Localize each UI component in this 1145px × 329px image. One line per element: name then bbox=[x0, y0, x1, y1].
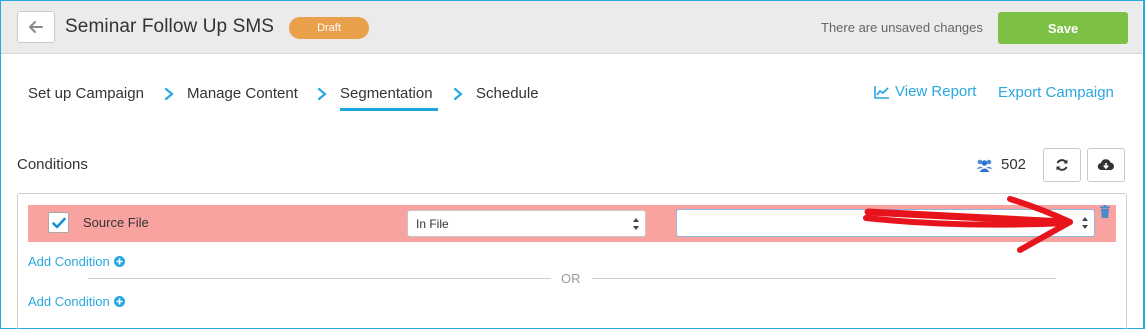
back-arrow-icon bbox=[29, 21, 43, 33]
check-icon bbox=[51, 217, 66, 228]
add-condition-link[interactable]: Add Condition bbox=[28, 254, 125, 269]
save-button[interactable]: Save bbox=[998, 12, 1128, 44]
status-badge: Draft bbox=[289, 17, 369, 39]
or-divider-right bbox=[592, 278, 1056, 279]
plus-circle-icon bbox=[113, 296, 125, 307]
active-step-indicator bbox=[340, 108, 438, 111]
users-icon bbox=[976, 159, 993, 172]
step-schedule[interactable]: Schedule bbox=[476, 85, 539, 102]
unsaved-changes-text: There are unsaved changes bbox=[821, 20, 983, 35]
step-set-up-campaign[interactable]: Set up Campaign bbox=[28, 85, 144, 102]
view-report-label: View Report bbox=[895, 83, 977, 100]
export-campaign-link[interactable]: Export Campaign bbox=[998, 84, 1114, 101]
trash-icon[interactable] bbox=[1099, 205, 1111, 218]
step-manage-content[interactable]: Manage Content bbox=[187, 85, 298, 102]
audience-count-value: 502 bbox=[1001, 156, 1027, 173]
add-condition-group-link[interactable]: Add Condition bbox=[28, 294, 125, 309]
operator-select[interactable]: In File bbox=[407, 210, 646, 237]
back-button[interactable] bbox=[17, 11, 55, 43]
campaign-header: Seminar Follow Up SMS Draft There are un… bbox=[1, 1, 1142, 54]
condition-field-label: Source File bbox=[83, 215, 149, 230]
refresh-icon bbox=[1056, 159, 1068, 171]
chevron-right-icon bbox=[453, 87, 463, 101]
operator-select-value: In File bbox=[416, 216, 449, 231]
view-report-link[interactable]: View Report bbox=[874, 83, 976, 100]
conditions-title: Conditions bbox=[17, 156, 88, 173]
line-chart-icon bbox=[874, 85, 889, 99]
step-segmentation[interactable]: Segmentation bbox=[340, 85, 433, 102]
select-arrows-icon bbox=[633, 218, 639, 230]
refresh-button[interactable] bbox=[1043, 148, 1081, 182]
add-condition-label: Add Condition bbox=[28, 294, 110, 309]
value-select[interactable] bbox=[676, 209, 1095, 237]
select-arrows-icon bbox=[1082, 217, 1088, 229]
add-condition-label: Add Condition bbox=[28, 254, 110, 269]
or-divider-label: OR bbox=[561, 271, 581, 286]
audience-count: 502 bbox=[976, 156, 1026, 173]
chevron-right-icon bbox=[317, 87, 327, 101]
download-button[interactable] bbox=[1087, 148, 1125, 182]
or-divider-left bbox=[88, 278, 551, 279]
plus-circle-icon bbox=[113, 256, 125, 267]
cloud-download-icon bbox=[1097, 159, 1114, 171]
condition-checkbox[interactable] bbox=[48, 212, 69, 233]
campaign-title: Seminar Follow Up SMS bbox=[65, 16, 275, 37]
chevron-right-icon bbox=[164, 87, 174, 101]
